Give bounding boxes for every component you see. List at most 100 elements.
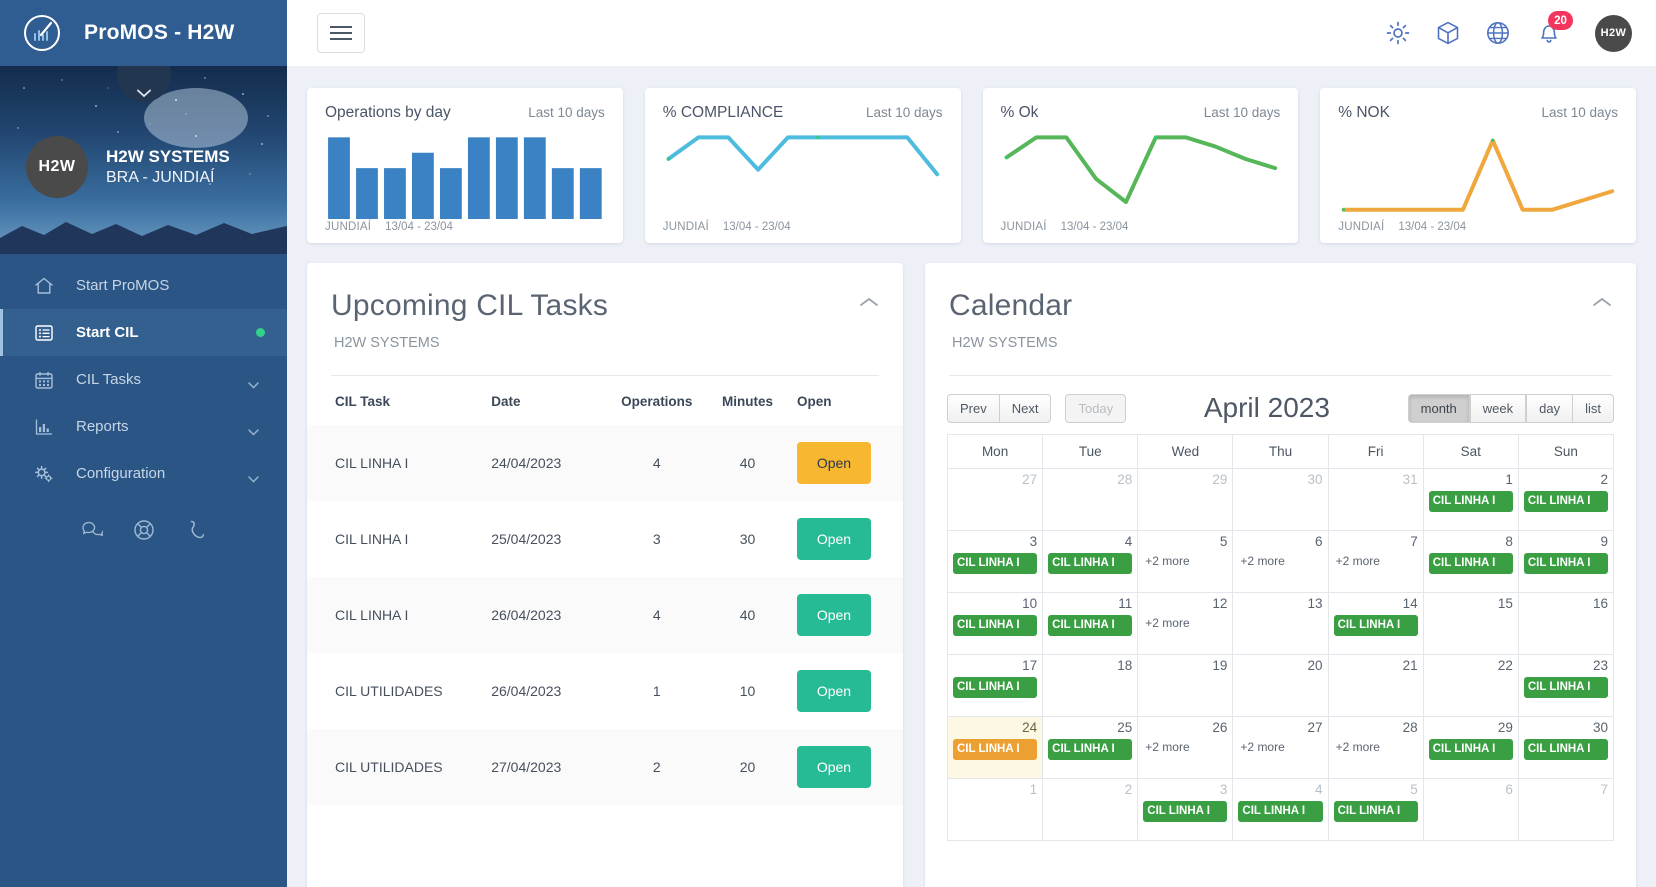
user-panel: H2W H2W SYSTEMS BRA - JUNDIAÍ <box>0 66 287 254</box>
phone-icon[interactable] <box>185 519 207 541</box>
calendar-day-cell[interactable]: 4 CIL LINHA I <box>1042 530 1139 593</box>
brand-header[interactable]: ProMOS - H2W <box>0 0 287 66</box>
calendar-event[interactable]: CIL LINHA I <box>1523 739 1608 760</box>
calendar-day-cell[interactable]: 2 CIL LINHA I <box>1517 468 1615 531</box>
calendar-event[interactable]: CIL LINHA I <box>1523 677 1608 698</box>
calendar-more-link[interactable]: +2 more <box>1334 554 1418 568</box>
calendar-event[interactable]: CIL LINHA I <box>1048 739 1133 760</box>
calendar-day-cell[interactable]: 13 <box>1232 592 1329 655</box>
calendar-more-link[interactable]: +2 more <box>1238 740 1322 754</box>
calendar-event[interactable]: CIL LINHA I <box>1143 801 1228 822</box>
calendar-day-cell[interactable]: 29 CIL LINHA I <box>1422 716 1519 779</box>
calendar-event[interactable]: CIL LINHA I <box>1333 615 1418 636</box>
calendar-more-link[interactable]: +2 more <box>1143 740 1227 754</box>
calendar-prev-button[interactable]: Prev <box>947 393 1000 423</box>
calendar-view-day[interactable]: day <box>1526 393 1574 423</box>
bell-icon[interactable]: 20 <box>1535 11 1573 47</box>
calendar-event[interactable]: CIL LINHA I <box>1523 491 1608 512</box>
calendar-day-cell[interactable]: 31 <box>1327 468 1424 531</box>
calendar-day-cell[interactable]: 1 <box>946 778 1044 841</box>
calendar-more-link[interactable]: +2 more <box>1334 740 1418 754</box>
calendar-day-cell[interactable]: 30 <box>1232 468 1329 531</box>
calendar-event[interactable]: CIL LINHA I <box>1428 553 1513 574</box>
calendar-day-cell[interactable]: 10 CIL LINHA I <box>946 592 1044 655</box>
calendar-day-cell[interactable]: 4 CIL LINHA I <box>1232 778 1329 841</box>
calendar-day-cell[interactable]: 27 +2 more <box>1232 716 1329 779</box>
calendar-next-button[interactable]: Next <box>999 393 1052 423</box>
sidebar-item-reports[interactable]: Reports <box>0 403 287 450</box>
panel-row: Upcoming CIL Tasks H2W SYSTEMS CIL Task <box>307 263 1636 887</box>
calendar-day-cell[interactable]: 14 CIL LINHA I <box>1327 592 1424 655</box>
calendar-day-cell[interactable]: 22 <box>1422 654 1519 717</box>
calendar-event[interactable]: CIL LINHA I <box>1428 739 1513 760</box>
sidebar-item-configuration[interactable]: Configuration <box>0 450 287 497</box>
calendar-view-week[interactable]: week <box>1469 393 1527 423</box>
calendar-day-cell[interactable]: 19 <box>1137 654 1234 717</box>
calendar-day-cell[interactable]: 7 <box>1517 778 1615 841</box>
calendar-event[interactable]: CIL LINHA I <box>1048 615 1133 636</box>
calendar-event[interactable]: CIL LINHA I <box>953 739 1038 760</box>
calendar-event[interactable]: CIL LINHA I <box>1523 553 1608 574</box>
calendar-day-number: 28 <box>1117 472 1133 487</box>
calendar-day-cell[interactable]: 15 <box>1422 592 1519 655</box>
calendar-event[interactable]: CIL LINHA I <box>953 553 1038 574</box>
chat-icon[interactable] <box>81 519 104 541</box>
calendar-view-list[interactable]: list <box>1573 393 1614 423</box>
calendar-event[interactable]: CIL LINHA I <box>953 615 1038 636</box>
calendar-day-cell[interactable]: 9 CIL LINHA I <box>1517 530 1615 593</box>
hamburger-icon[interactable] <box>317 13 365 53</box>
calendar-event[interactable]: CIL LINHA I <box>1428 491 1513 512</box>
calendar-day-cell[interactable]: 12 +2 more <box>1137 592 1234 655</box>
sidebar-item-cil-tasks[interactable]: CIL Tasks <box>0 356 287 403</box>
calendar-day-cell[interactable]: 16 <box>1517 592 1615 655</box>
calendar-day-cell[interactable]: 25 CIL LINHA I <box>1042 716 1139 779</box>
calendar-day-cell[interactable]: 6 +2 more <box>1232 530 1329 593</box>
open-button[interactable]: Open <box>796 518 871 560</box>
cube-icon[interactable] <box>1435 20 1461 46</box>
calendar-day-cell[interactable]: 3 CIL LINHA I <box>946 530 1044 593</box>
calendar-view-month[interactable]: month <box>1407 393 1470 423</box>
calendar-day-cell[interactable]: 23 CIL LINHA I <box>1517 654 1615 717</box>
open-button[interactable]: Open <box>796 594 871 636</box>
open-button[interactable]: Open <box>796 670 871 712</box>
calendar-event[interactable]: CIL LINHA I <box>1048 553 1133 574</box>
calendar-event[interactable]: CIL LINHA I <box>1238 801 1323 822</box>
sidebar-item-start-promos[interactable]: Start ProMOS <box>0 262 287 309</box>
sidebar-item-start-cil[interactable]: Start CIL <box>0 309 287 356</box>
calendar-more-link[interactable]: +2 more <box>1143 616 1227 630</box>
open-button[interactable]: Open <box>796 746 871 788</box>
calendar-day-cell[interactable]: 7 +2 more <box>1327 530 1424 593</box>
chevron-up-icon[interactable] <box>1592 295 1612 307</box>
calendar-day-cell[interactable]: 6 <box>1422 778 1519 841</box>
calendar-day-cell[interactable]: 18 <box>1042 654 1139 717</box>
globe-icon[interactable] <box>1485 20 1511 46</box>
calendar-day-cell[interactable]: 24 CIL LINHA I <box>946 716 1044 779</box>
calendar-day-cell[interactable]: 11 CIL LINHA I <box>1042 592 1139 655</box>
calendar-event[interactable]: CIL LINHA I <box>1333 801 1418 822</box>
gear-icon[interactable] <box>1385 20 1411 46</box>
calendar-day-cell[interactable]: 28 <box>1042 468 1139 531</box>
calendar-day-cell[interactable]: 30 CIL LINHA I <box>1517 716 1615 779</box>
calendar-day-cell[interactable]: 5 CIL LINHA I <box>1327 778 1424 841</box>
calendar-day-cell[interactable]: 26 +2 more <box>1137 716 1234 779</box>
calendar-day-cell[interactable]: 21 <box>1327 654 1424 717</box>
calendar-day-cell[interactable]: 28 +2 more <box>1327 716 1424 779</box>
calendar-day-cell[interactable]: 27 <box>946 468 1044 531</box>
calendar-day-cell[interactable]: 1 CIL LINHA I <box>1422 468 1519 531</box>
user-info[interactable]: H2W H2W SYSTEMS BRA - JUNDIAÍ <box>26 136 273 198</box>
calendar-day-cell[interactable]: 3 CIL LINHA I <box>1137 778 1234 841</box>
calendar-event[interactable]: CIL LINHA I <box>953 677 1038 698</box>
calendar-day-cell[interactable]: 29 <box>1137 468 1234 531</box>
calendar-more-link[interactable]: +2 more <box>1238 554 1322 568</box>
calendar-today-button[interactable]: Today <box>1065 393 1127 423</box>
calendar-day-cell[interactable]: 2 <box>1042 778 1139 841</box>
calendar-day-cell[interactable]: 8 CIL LINHA I <box>1422 530 1519 593</box>
avatar[interactable]: H2W <box>1595 14 1632 52</box>
open-button[interactable]: Open <box>796 442 871 484</box>
calendar-day-cell[interactable]: 17 CIL LINHA I <box>946 654 1044 717</box>
calendar-more-link[interactable]: +2 more <box>1143 554 1227 568</box>
calendar-day-cell[interactable]: 20 <box>1232 654 1329 717</box>
chevron-up-icon[interactable] <box>859 295 879 307</box>
calendar-day-cell[interactable]: 5 +2 more <box>1137 530 1234 593</box>
lifebuoy-icon[interactable] <box>133 519 155 541</box>
